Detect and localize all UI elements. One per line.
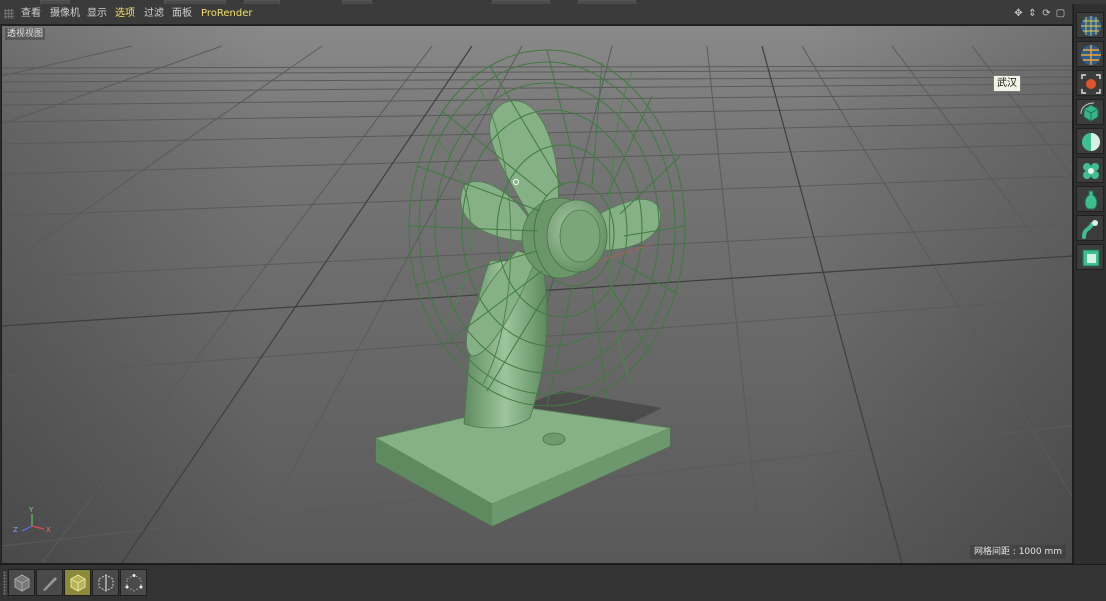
point-select-icon xyxy=(125,574,143,592)
viewport-scene: Y X Z xyxy=(2,26,1072,563)
tooltip: 武汉 xyxy=(993,75,1021,92)
vase-icon xyxy=(1084,190,1098,210)
cube-rotate-icon xyxy=(1080,102,1099,122)
box-button[interactable] xyxy=(1076,244,1104,270)
axis-label-x: X xyxy=(46,526,51,534)
view-name-label: 透视视图 xyxy=(5,28,46,40)
toolbar-grip-icon[interactable] xyxy=(3,571,7,595)
perspective-viewport[interactable]: Y X Z 透视视图 网格间距 : 1000 mm xyxy=(1,25,1073,564)
bend-button[interactable] xyxy=(1076,215,1104,241)
model-mode-button[interactable] xyxy=(8,569,35,596)
axis-label-y: Y xyxy=(28,506,34,514)
polygon-mode-button[interactable] xyxy=(64,569,91,596)
knife-icon xyxy=(43,577,57,591)
edge-select-icon xyxy=(98,574,114,592)
fan-hub xyxy=(521,197,608,279)
knife-tool-button[interactable] xyxy=(36,569,63,596)
cluster-button[interactable] xyxy=(1076,157,1104,183)
bottom-mode-toolbar xyxy=(0,564,1106,601)
menu-grip-icon[interactable] xyxy=(4,9,14,19)
polygon-cube-icon xyxy=(70,574,86,592)
sphere-grid-selected-icon xyxy=(1081,45,1101,65)
half-sphere-button[interactable] xyxy=(1076,128,1104,154)
sphere-grid-icon xyxy=(1081,16,1101,36)
bend-icon xyxy=(1082,220,1098,239)
menu-prorender[interactable]: ProRender xyxy=(201,8,252,20)
view-navigation: ✥ ⇕ ⟳ ▢ xyxy=(1013,8,1066,20)
box-icon xyxy=(1082,249,1100,267)
menu-panel[interactable]: 面板 xyxy=(172,8,192,20)
menu-filter[interactable]: 过滤 xyxy=(144,8,164,20)
menu-options[interactable]: 选项 xyxy=(115,8,135,20)
dolly-view-icon[interactable]: ⇕ xyxy=(1027,8,1038,20)
maximize-view-icon[interactable]: ▢ xyxy=(1055,8,1066,20)
object-center-icon xyxy=(1081,74,1101,94)
cluster-icon xyxy=(1083,163,1099,179)
vase-button[interactable] xyxy=(1076,186,1104,212)
cube-rotate-button[interactable] xyxy=(1076,99,1104,125)
menu-camera[interactable]: 摄像机 xyxy=(50,8,80,20)
axis-label-z: Z xyxy=(13,526,18,534)
edge-mode-button[interactable] xyxy=(92,569,119,596)
sphere-grid-selected-button[interactable] xyxy=(1076,41,1104,67)
object-center-button[interactable] xyxy=(1076,70,1104,96)
menu-display[interactable]: 显示 xyxy=(87,8,107,20)
half-sphere-icon xyxy=(1082,133,1100,151)
rotate-view-icon[interactable]: ⟳ xyxy=(1041,8,1052,20)
sphere-grid-button[interactable] xyxy=(1076,12,1104,38)
move-view-icon[interactable]: ✥ xyxy=(1013,8,1024,20)
viewport-menubar: 查看 摄像机 显示 选项 过滤 面板 ProRender ✥ ⇕ ⟳ ▢ xyxy=(0,4,1072,25)
right-tool-palette xyxy=(1073,4,1106,564)
point-mode-button[interactable] xyxy=(120,569,147,596)
grid-spacing-info: 网格间距 : 1000 mm xyxy=(969,545,1066,559)
menu-view[interactable]: 查看 xyxy=(21,8,41,20)
cube-icon xyxy=(14,574,30,592)
